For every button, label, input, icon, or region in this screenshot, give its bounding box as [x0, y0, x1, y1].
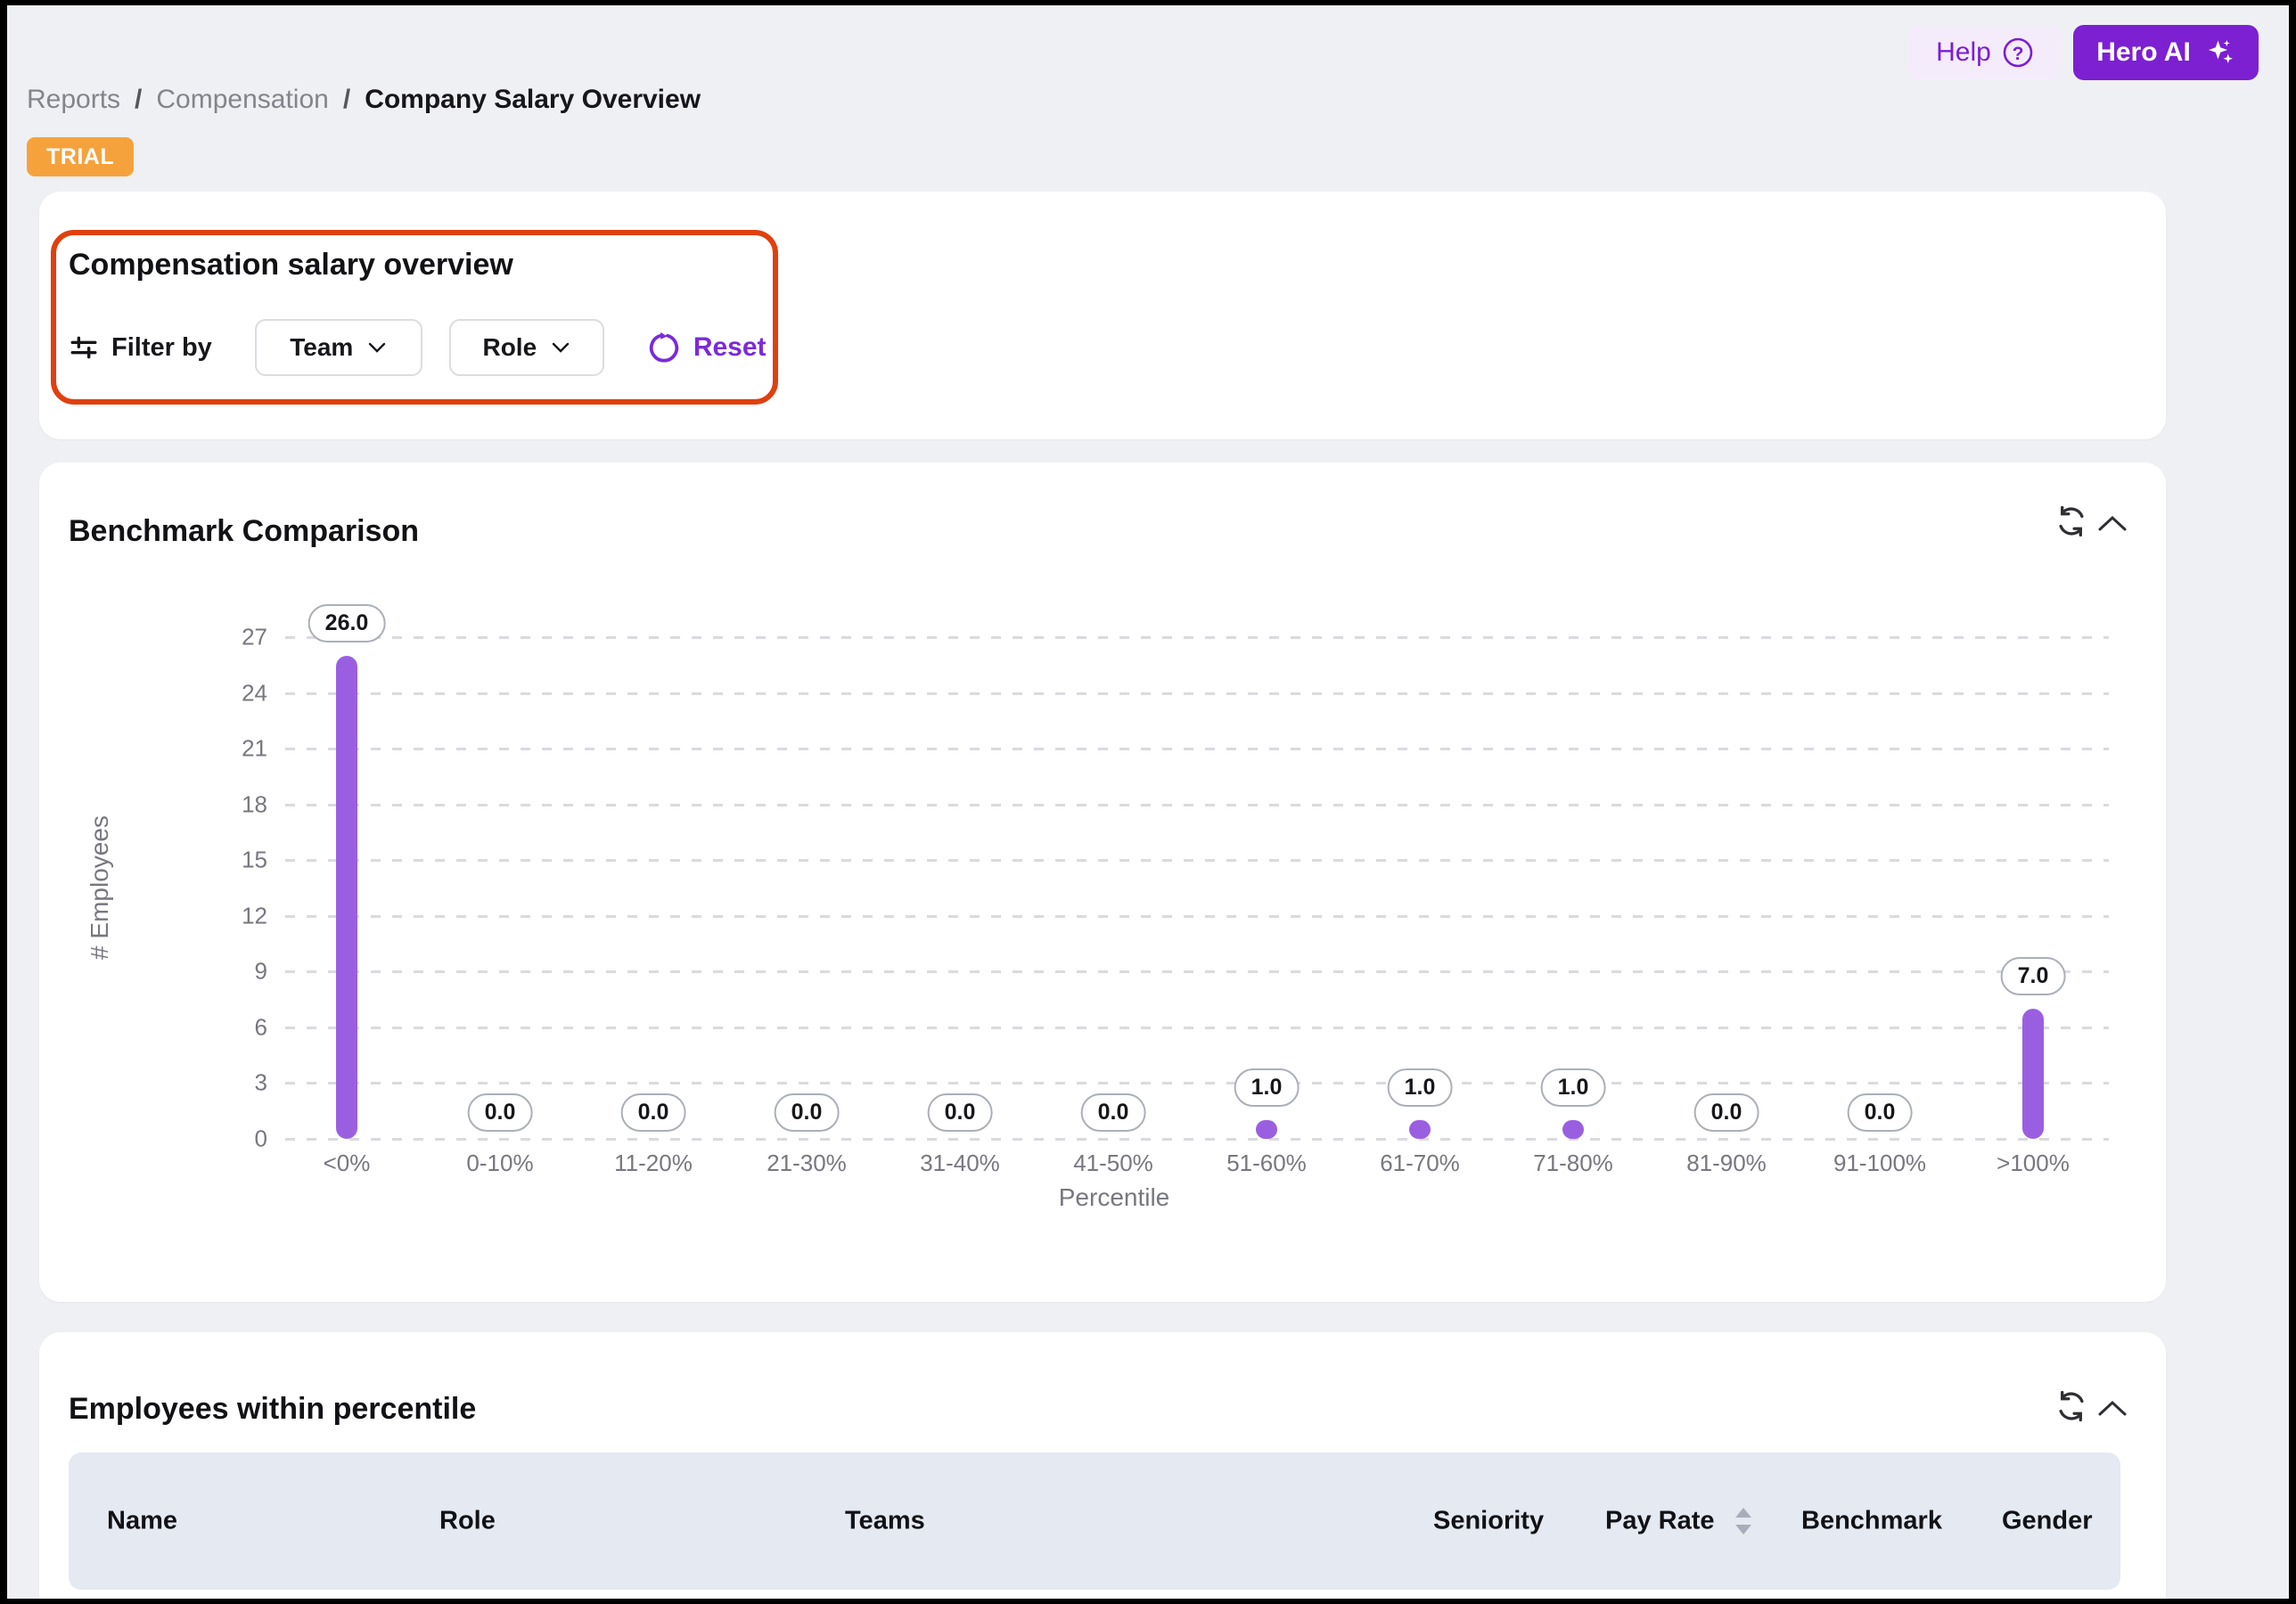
employees-card-title: Employees within percentile: [69, 1392, 476, 1427]
y-axis-tick-label: 0: [205, 1125, 267, 1153]
benchmark-collapse-icon[interactable]: [2095, 505, 2130, 541]
help-button-label: Help: [1936, 37, 1991, 68]
role-filter-dropdown[interactable]: Role: [449, 319, 604, 376]
bar-value-label: 1.0: [1388, 1068, 1453, 1107]
breadcrumb-current-page: Company Salary Overview: [365, 85, 701, 115]
y-axis-tick-label: 12: [205, 902, 267, 929]
y-axis-tick-label: 9: [205, 958, 267, 986]
chart-gridline: [285, 1138, 2109, 1141]
x-axis-tick-label: 21-30%: [767, 1150, 847, 1177]
bar-51-60%: [1256, 1120, 1277, 1139]
svg-text:?: ?: [2012, 44, 2023, 64]
chart-gridline: [285, 636, 2109, 639]
column-header-pay-rate[interactable]: Pay Rate: [1605, 1503, 1730, 1538]
y-axis-tick-label: 21: [205, 735, 267, 763]
filter-row: Filter by Team Role: [69, 319, 767, 376]
chevron-down-icon: [551, 341, 570, 354]
x-axis-tick-label: 61-70%: [1380, 1150, 1460, 1177]
column-header-role: Role: [439, 1503, 814, 1538]
x-axis-tick-label: <0%: [324, 1150, 371, 1177]
x-axis-tick-label: 31-40%: [920, 1150, 1000, 1177]
bar-value-label: 0.0: [1694, 1093, 1759, 1132]
x-axis-tick-label: >100%: [1997, 1150, 2070, 1177]
chart-gridline: [285, 970, 2109, 973]
chart-gridline: [285, 1027, 2109, 1029]
help-question-icon: ?: [2002, 37, 2034, 69]
chart-gridline: [285, 859, 2109, 862]
y-axis-tick-label: 3: [205, 1069, 267, 1097]
trial-badge: TRIAL: [27, 137, 134, 176]
bar-71-80%: [1562, 1120, 1584, 1139]
bar-value-label: 0.0: [775, 1093, 840, 1132]
help-button[interactable]: Help ?: [1907, 25, 2062, 80]
chart-gridline: [285, 915, 2109, 918]
chart-gridline: [285, 804, 2109, 806]
x-axis-tick-label: 71-80%: [1533, 1150, 1613, 1177]
breadcrumb: Reports / Compensation / Company Salary …: [27, 82, 701, 118]
page: Help ? Hero AI Reports / Compensation / …: [7, 5, 2289, 1599]
bar-value-label: 1.0: [1234, 1068, 1300, 1107]
x-axis-tick-label: 51-60%: [1226, 1150, 1307, 1177]
chart-gridline: [285, 748, 2109, 750]
filter-by-label: Filter by: [111, 333, 212, 363]
x-axis-tick-label: 41-50%: [1073, 1150, 1153, 1177]
breadcrumb-compensation[interactable]: Compensation: [156, 85, 328, 115]
chart-x-axis-title: Percentile: [1059, 1183, 1170, 1212]
chart-gridline: [285, 692, 2109, 695]
bar-value-label: 26.0: [308, 604, 386, 642]
employees-refresh-icon[interactable]: [2054, 1388, 2089, 1424]
column-header-gender: Gender: [2002, 1503, 2118, 1538]
employees-table-header: Name Role Teams Seniority Pay Rate Benchmark G…: [69, 1453, 2120, 1590]
x-axis-tick-label: 0-10%: [466, 1150, 533, 1177]
bar-value-label: 0.0: [621, 1093, 686, 1132]
benchmark-card-title: Benchmark Comparison: [69, 514, 419, 549]
x-axis-tick-label: 81-90%: [1686, 1150, 1767, 1177]
bar-value-label: 0.0: [1848, 1093, 1913, 1132]
team-filter-dropdown[interactable]: Team: [255, 319, 422, 376]
chart-y-axis-title: # Employees: [86, 815, 114, 960]
bar-value-label: 1.0: [1541, 1068, 1606, 1107]
breadcrumb-separator: /: [135, 85, 142, 115]
y-axis-tick-label: 18: [205, 790, 267, 818]
reset-label: Reset: [693, 332, 767, 363]
chevron-down-icon: [367, 341, 387, 354]
filter-card: [39, 192, 2166, 439]
filter-sliders-icon: [69, 332, 99, 363]
bar-<0%: [336, 656, 357, 1139]
team-filter-label: Team: [290, 333, 353, 362]
benchmark-refresh-icon[interactable]: [2054, 503, 2089, 539]
column-header-benchmark: Benchmark: [1801, 1503, 1988, 1538]
filter-card-title: Compensation salary overview: [69, 248, 513, 282]
x-axis-tick-label: 91-100%: [1833, 1150, 1926, 1177]
bar->100%: [2022, 1009, 2044, 1139]
breadcrumb-separator: /: [343, 85, 350, 115]
sparkles-icon: [2203, 37, 2235, 69]
bar-value-label: 0.0: [1081, 1093, 1146, 1132]
role-filter-label: Role: [482, 333, 537, 362]
hero-ai-button[interactable]: Hero AI: [2073, 25, 2259, 80]
y-axis-tick-label: 27: [205, 624, 267, 651]
y-axis-tick-label: 15: [205, 847, 267, 874]
employees-collapse-icon[interactable]: [2095, 1390, 2130, 1426]
y-axis-tick-label: 6: [205, 1013, 267, 1041]
bar-value-label: 0.0: [468, 1093, 533, 1132]
reset-icon: [647, 331, 681, 364]
reset-filters-button[interactable]: Reset: [647, 331, 767, 364]
bar-value-label: 0.0: [928, 1093, 993, 1132]
column-header-teams: Teams: [845, 1503, 1398, 1538]
filter-by: Filter by: [69, 332, 212, 363]
bar-61-70%: [1409, 1120, 1431, 1139]
chart-gridline: [285, 1082, 2109, 1084]
bar-value-label: 7.0: [2001, 957, 2066, 995]
column-header-name: Name: [107, 1503, 410, 1538]
sort-icon[interactable]: [1733, 1504, 1754, 1538]
y-axis-tick-label: 24: [205, 679, 267, 707]
breadcrumb-reports[interactable]: Reports: [27, 85, 120, 115]
column-header-seniority: Seniority: [1433, 1503, 1585, 1538]
hero-ai-button-label: Hero AI: [2096, 37, 2191, 68]
x-axis-tick-label: 11-20%: [614, 1150, 693, 1177]
